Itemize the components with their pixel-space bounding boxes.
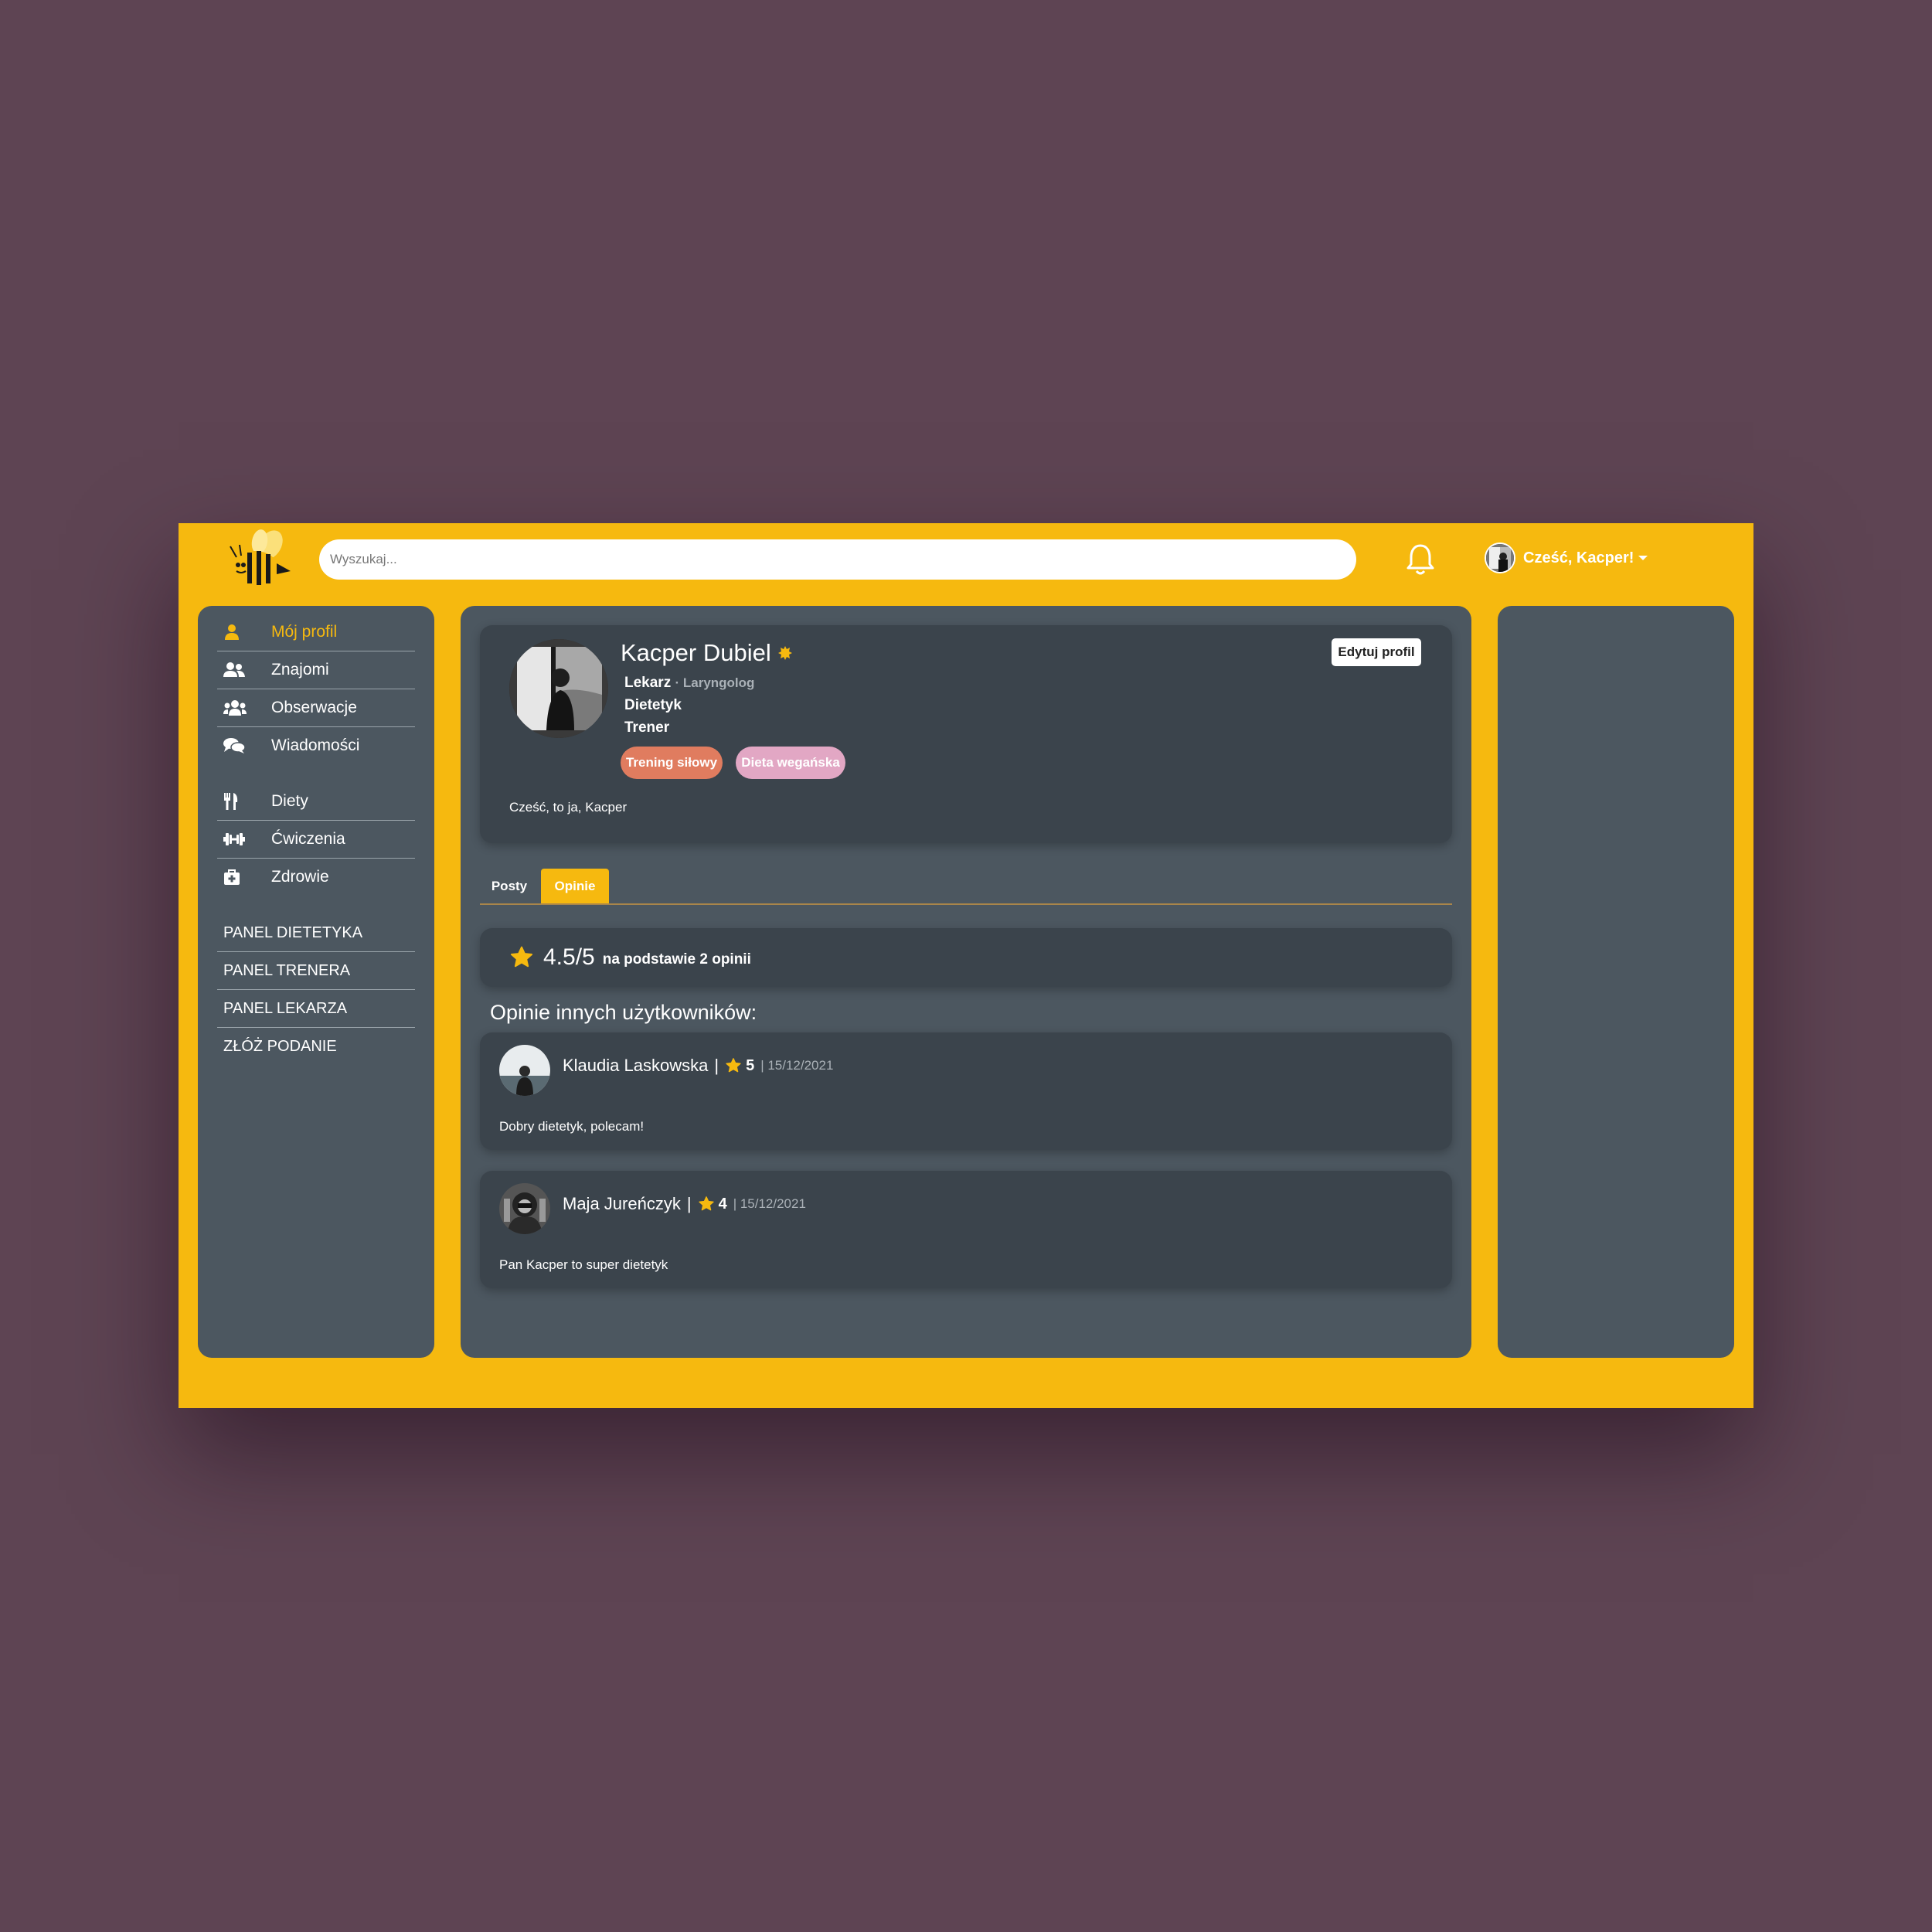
review-header: Maja Jureńczyk | 4 | 15/12/2021 <box>563 1194 806 1214</box>
profile-role-dietitian: Dietetyk <box>624 697 682 713</box>
bee-logo-icon[interactable] <box>223 529 292 591</box>
medkit-icon <box>217 869 271 885</box>
user-greeting: Cześć, Kacper! <box>1523 549 1634 566</box>
tab-posts[interactable]: Posty <box>486 869 532 903</box>
sidebar: Mój profil Znajomi Obserwacje Wiadomości <box>198 606 434 1358</box>
rating-summary: 4.5/5 na podstawie 2 opinii <box>480 928 1452 987</box>
review-date: | 15/12/2021 <box>733 1196 806 1211</box>
opinions-heading: Opinie innych użytkowników: <box>490 1001 757 1024</box>
sidebar-nav: Mój profil Znajomi Obserwacje Wiadomości <box>217 614 415 1065</box>
profile-tabs: Posty Opinie <box>480 869 1452 905</box>
tag-vegan-diet[interactable]: Dieta wegańska <box>736 747 845 779</box>
review-date: | 15/12/2021 <box>760 1058 834 1073</box>
review-text: Dobry dietetyk, polecam! <box>499 1119 645 1134</box>
star-icon <box>509 945 534 970</box>
user-menu[interactable]: Cześć, Kacper! <box>1485 540 1648 576</box>
sidebar-link-dietitian-panel[interactable]: PANEL DIETETYKA <box>217 914 415 952</box>
sidebar-item-friends[interactable]: Znajomi <box>217 651 415 689</box>
profile-role-specialty: · Laryngolog <box>675 675 755 690</box>
comments-icon <box>217 737 271 754</box>
edit-profile-button[interactable]: Edytuj profil <box>1332 638 1421 666</box>
profile-role-trainer: Trener <box>624 719 670 736</box>
user-friends-icon <box>217 662 271 679</box>
sidebar-item-exercises[interactable]: Ćwiczenia <box>217 821 415 859</box>
tag-strength-training[interactable]: Trening siłowy <box>621 747 723 779</box>
sidebar-item-messages[interactable]: Wiadomości <box>217 727 415 764</box>
app-window: Cześć, Kacper! Mój profil Znajomi <box>179 523 1753 1408</box>
right-sidebar <box>1498 606 1734 1358</box>
users-icon <box>217 699 271 716</box>
profile-bio: Cześć, to ja, Kacper <box>509 800 628 815</box>
verified-badge-icon <box>777 639 793 667</box>
sidebar-item-label: Mój profil <box>271 623 338 641</box>
reviewer-avatar[interactable] <box>499 1183 550 1234</box>
reviewer-name[interactable]: Klaudia Laskowska <box>563 1056 708 1076</box>
review-score: 5 <box>746 1056 755 1074</box>
chevron-down-icon <box>1638 556 1648 560</box>
rating-basis: na podstawie 2 opinii <box>602 951 751 968</box>
profile-card: Kacper Dubiel Lekarz · Laryngolog Dietet… <box>480 625 1452 843</box>
sidebar-item-label: Diety <box>271 792 308 810</box>
sidebar-item-label: Wiadomości <box>271 736 360 754</box>
star-icon <box>698 1196 715 1213</box>
profile-name: Kacper Dubiel <box>621 639 771 666</box>
review-header: Klaudia Laskowska | 5 | 15/12/2021 <box>563 1056 834 1076</box>
rating-value: 4.5/5 <box>543 944 595 970</box>
bell-icon[interactable] <box>1405 543 1436 577</box>
utensils-icon <box>217 793 271 810</box>
reviewer-avatar[interactable] <box>499 1045 550 1096</box>
dumbbell-icon <box>217 832 271 847</box>
sidebar-item-my-profile[interactable]: Mój profil <box>217 614 415 651</box>
review-score: 4 <box>718 1195 727 1213</box>
review-card: Klaudia Laskowska | 5 | 15/12/2021 Dobry… <box>480 1032 1452 1150</box>
profile-name-row: Kacper Dubiel <box>621 639 793 667</box>
main-content: Kacper Dubiel Lekarz · Laryngolog Dietet… <box>461 606 1471 1358</box>
tab-opinions[interactable]: Opinie <box>541 869 609 903</box>
sidebar-link-doctor-panel[interactable]: PANEL LEKARZA <box>217 990 415 1028</box>
user-icon <box>217 624 271 641</box>
sidebar-link-submit-application[interactable]: ZŁÓŻ PODANIE <box>217 1028 415 1065</box>
sidebar-link-trainer-panel[interactable]: PANEL TRENERA <box>217 952 415 990</box>
sidebar-item-label: Zdrowie <box>271 868 329 886</box>
sidebar-item-label: Obserwacje <box>271 699 357 716</box>
profile-avatar <box>509 639 608 738</box>
user-avatar <box>1485 543 1515 573</box>
review-text: Pan Kacper to super dietetyk <box>499 1257 668 1272</box>
sidebar-item-label: Znajomi <box>271 661 329 679</box>
sidebar-item-label: Ćwiczenia <box>271 830 345 848</box>
review-card: Maja Jureńczyk | 4 | 15/12/2021 Pan Kacp… <box>480 1171 1452 1288</box>
sidebar-item-diets[interactable]: Diety <box>217 783 415 821</box>
profile-role-doctor: Lekarz · Laryngolog <box>624 675 755 691</box>
search-input[interactable] <box>319 539 1356 580</box>
sidebar-item-health[interactable]: Zdrowie <box>217 859 415 896</box>
star-icon <box>725 1057 742 1074</box>
reviewer-name[interactable]: Maja Jureńczyk <box>563 1194 681 1214</box>
sidebar-item-following[interactable]: Obserwacje <box>217 689 415 727</box>
